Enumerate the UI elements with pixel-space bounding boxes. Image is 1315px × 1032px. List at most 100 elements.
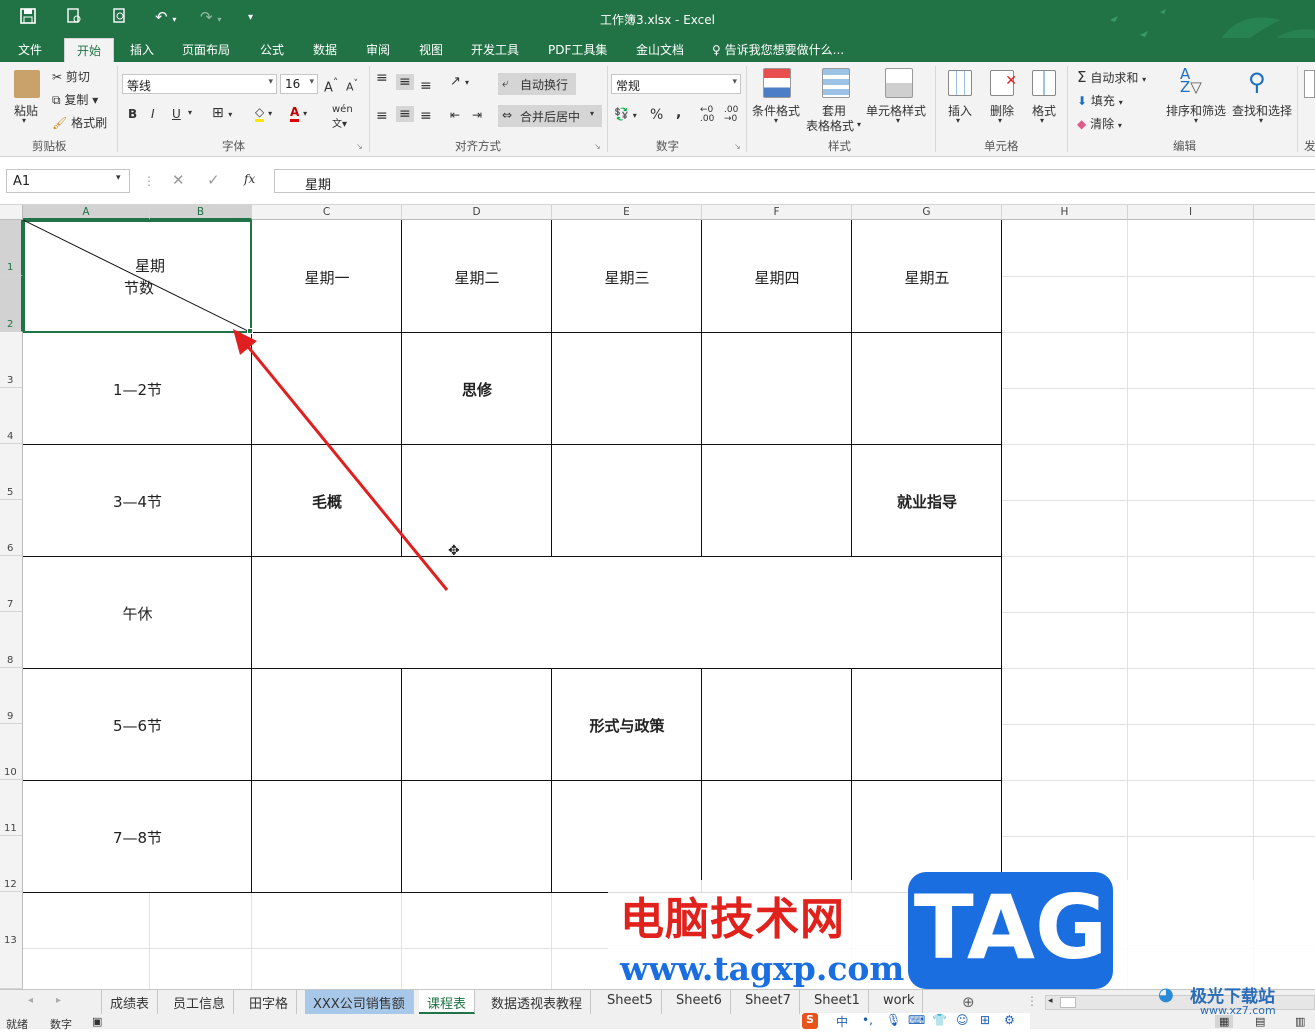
format-painter-button[interactable]: 🖌 格式刷 [52,114,107,131]
align-bottom-icon[interactable]: ≡ [420,78,432,94]
tab-pdf-tools[interactable]: PDF工具集 [548,41,607,58]
sheet-tab[interactable]: 数据透视表教程 [483,990,592,1014]
font-name-combo[interactable]: 等线 [122,74,277,94]
percent-button[interactable]: % [650,107,663,123]
normal-view-icon[interactable]: ▦ [1215,1015,1234,1028]
conditional-format-dropdown-icon[interactable]: ▾ [774,116,778,125]
sort-filter-icon[interactable]: A Z▽ [1180,67,1202,95]
align-top-icon[interactable]: ≡ [376,71,388,85]
delete-cells-icon[interactable]: ✕ [990,70,1017,96]
scroll-thumb[interactable] [1060,997,1076,1008]
ime-skin-icon[interactable]: 👕 [932,1013,947,1027]
page-layout-view-icon[interactable]: ▤ [1255,1015,1265,1028]
find-select-dropdown-icon[interactable]: ▾ [1259,116,1263,125]
insert-cells-dropdown-icon[interactable]: ▾ [956,116,960,125]
align-right-icon[interactable]: ≡ [420,108,432,124]
font-color-icon[interactable]: A ▾ [290,105,307,122]
orientation-icon[interactable]: ↗ ▾ [450,74,469,89]
underline-button[interactable]: U [172,107,181,121]
sheet-tab[interactable]: work [875,990,924,1014]
decrease-indent-icon[interactable]: ⇤ [450,108,460,122]
formula-input[interactable]: 星期 [274,169,1315,193]
phonetic-icon[interactable]: wén 文▾ [332,104,353,130]
autosum-button[interactable]: Σ 自动求和 ▾ [1077,68,1146,86]
tab-kdocs[interactable]: 金山文档 [636,41,684,58]
tab-developer[interactable]: 开发工具 [471,41,519,58]
conditional-format-icon[interactable] [763,68,791,98]
merge-dropdown-icon[interactable]: ▾ [590,109,594,118]
macro-record-icon[interactable]: ▣ [92,1015,102,1028]
sheet-tab[interactable]: XXX公司销售额 [305,990,414,1014]
tab-home[interactable]: 开始 [64,38,115,63]
paste-dropdown-icon[interactable]: ▾ [22,116,26,125]
currency-icon[interactable]: 💱 ▾ [614,107,637,121]
tell-me-search[interactable]: ♀ 告诉我您想要做什么... [712,41,844,58]
ime-logo-icon[interactable]: S [802,1013,818,1029]
tab-file[interactable]: 文件 [18,41,42,58]
delete-cells-dropdown-icon[interactable]: ▾ [998,116,1002,125]
tab-review[interactable]: 审阅 [366,41,390,58]
page-break-view-icon[interactable]: ▥ [1295,1015,1305,1028]
sheet-tab[interactable]: Sheet5 [599,990,662,1014]
ime-keyboard-icon[interactable]: ⌨ [908,1013,925,1027]
format-as-table-line2[interactable]: 表格格式 [806,117,854,134]
bold-button[interactable]: B [128,107,137,121]
ime-lang-icon[interactable]: 中 [836,1013,848,1030]
send-icon[interactable] [1304,70,1315,98]
tab-view[interactable]: 视图 [419,41,443,58]
insert-function-icon[interactable]: fx [244,172,255,186]
name-box-dropdown-icon[interactable]: ▾ [116,173,121,183]
grow-font-icon[interactable]: A˄ [324,76,338,95]
borders-icon[interactable]: ⊞ ▾ [212,105,232,121]
sheet-tab-active[interactable]: 课程表 [419,990,476,1014]
fill-button[interactable]: ⬇ 填充 ▾ [1077,92,1123,109]
name-box[interactable]: A1 [6,169,130,193]
cancel-icon[interactable]: ✕ [172,171,185,189]
enter-icon[interactable]: ✓ [207,171,220,189]
sheet-tab[interactable]: 田字格 [241,990,298,1014]
alignment-dialog-launcher-icon[interactable]: ↘ [594,142,601,151]
scroll-left-icon[interactable]: ◂ [1048,996,1053,1006]
prev-sheet-icon[interactable]: ◂ [28,995,33,1006]
ime-mic-icon[interactable]: 🎙 [886,1013,901,1027]
align-center-icon[interactable]: ≡ [396,106,414,122]
insert-cells-icon[interactable] [948,70,972,96]
paste-icon[interactable] [14,70,40,98]
increase-decimal-icon[interactable]: ←0.00 [700,106,714,124]
cell-styles-dropdown-icon[interactable]: ▾ [896,116,900,125]
shrink-font-icon[interactable]: A˅ [346,78,358,94]
italic-button[interactable]: I [151,107,155,121]
ime-apps-icon[interactable]: ⊞ [980,1013,990,1027]
merge-center-button[interactable]: ⇔ 合并后居中 ▾ [498,105,602,127]
format-cells-dropdown-icon[interactable]: ▾ [1040,116,1044,125]
format-as-table-icon[interactable] [822,68,850,98]
sheet-tab[interactable]: 成绩表 [101,990,159,1014]
fill-color-icon[interactable]: ◇ ▾ [255,105,272,122]
align-left-icon[interactable]: ≡ [376,108,388,124]
sort-filter-dropdown-icon[interactable]: ▾ [1194,116,1198,125]
underline-dropdown-icon[interactable]: ▾ [188,108,192,117]
find-icon[interactable]: ⚲ [1248,68,1266,96]
clear-button[interactable]: ◆ 清除 ▾ [1077,115,1122,132]
comma-button[interactable]: , [676,105,681,121]
font-dialog-launcher-icon[interactable]: ↘ [356,142,363,151]
decrease-decimal-icon[interactable]: .00 →0 [724,106,738,124]
ime-robot-icon[interactable]: ☺ [956,1013,969,1027]
ime-punct-icon[interactable]: •, [862,1013,873,1027]
worksheet-grid[interactable]: A B C D E F G H I 1 2 3 4 5 6 7 8 9 10 1… [0,205,1315,989]
add-sheet-icon[interactable]: ⊕ [962,993,975,1011]
cell-styles-icon[interactable] [885,68,913,98]
wrap-text-button[interactable]: ⤶ 自动换行 [498,73,576,95]
align-middle-icon[interactable]: ≡ [396,74,414,90]
tab-page-layout[interactable]: 页面布局 [182,41,230,58]
format-cells-icon[interactable] [1032,70,1056,96]
font-size-combo[interactable]: 16 [280,74,318,94]
sheet-tab[interactable]: 员工信息 [165,990,235,1014]
format-as-table-dropdown-icon[interactable]: ▾ [857,120,861,129]
increase-indent-icon[interactable]: ⇥ [472,108,482,122]
tab-insert[interactable]: 插入 [130,41,154,58]
tab-data[interactable]: 数据 [313,41,337,58]
tab-formulas[interactable]: 公式 [260,41,284,58]
sheet-tab[interactable]: Sheet1 [806,990,869,1014]
sheet-tab[interactable]: Sheet6 [668,990,731,1014]
